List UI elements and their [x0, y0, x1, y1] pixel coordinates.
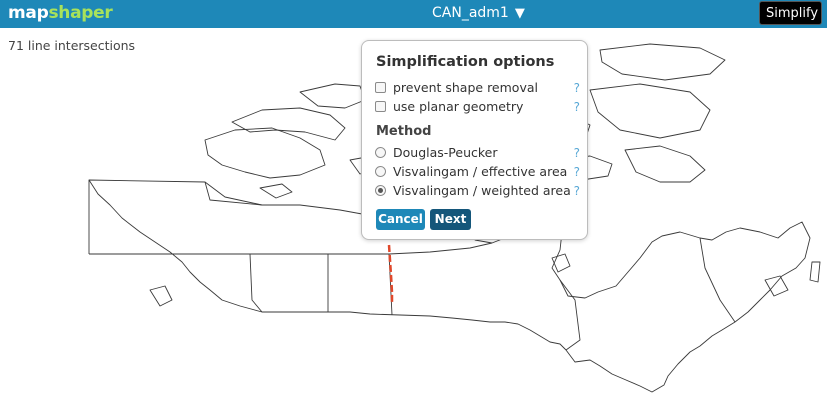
- help-icon[interactable]: ?: [574, 182, 580, 200]
- arctic-island: [764, 275, 789, 297]
- help-icon[interactable]: ?: [574, 79, 580, 97]
- arctic-island: [809, 261, 821, 283]
- arctic-island: [204, 127, 326, 179]
- province-boundary-mb-on: [388, 242, 493, 255]
- arctic-island: [231, 107, 346, 141]
- help-icon[interactable]: ?: [574, 144, 580, 162]
- dialog-title: Simplification options: [376, 54, 555, 70]
- arctic-island: [624, 145, 706, 183]
- arctic-island: [259, 183, 293, 199]
- arctic-island: [589, 83, 711, 139]
- arctic-island: [149, 285, 173, 307]
- method-heading: Method: [376, 124, 432, 139]
- method-visvalingam-weighted[interactable]: Visvalingam / weighted area ?: [375, 182, 580, 200]
- visvalingam-weighted-radio[interactable]: [375, 185, 386, 196]
- method-douglas-peucker[interactable]: Douglas-Peucker ?: [375, 144, 580, 162]
- help-icon[interactable]: ?: [574, 98, 580, 116]
- option-planar-geometry[interactable]: use planar geometry ?: [375, 98, 580, 116]
- intersections-status: 71 line intersections: [8, 38, 136, 53]
- arctic-island: [599, 43, 726, 81]
- prevent-shape-removal-checkbox[interactable]: [375, 82, 386, 93]
- cancel-button[interactable]: Cancel: [376, 209, 425, 230]
- method-label: Visvalingam / effective area: [393, 164, 568, 179]
- method-label: Visvalingam / weighted area: [393, 183, 571, 198]
- province-boundary-ab-sk: [250, 253, 329, 312]
- next-button[interactable]: Next: [430, 209, 471, 230]
- method-label: Douglas-Peucker: [393, 145, 498, 160]
- province-boundary-on-qc: [559, 279, 581, 351]
- province-boundary-qc-nl: [699, 237, 736, 323]
- help-icon[interactable]: ?: [574, 163, 580, 181]
- planar-geometry-checkbox[interactable]: [375, 101, 386, 112]
- douglas-peucker-radio[interactable]: [375, 147, 386, 158]
- option-prevent-shape-removal[interactable]: prevent shape removal ?: [375, 79, 580, 97]
- option-label: prevent shape removal: [393, 80, 538, 95]
- province-boundary-bc-ab: [89, 253, 263, 313]
- simplification-dialog: Simplification options prevent shape rem…: [361, 40, 588, 240]
- arctic-island: [299, 83, 366, 109]
- province-boundary-nwt-nunavut: [204, 181, 263, 206]
- visvalingam-effective-radio[interactable]: [375, 166, 386, 177]
- option-label: use planar geometry: [393, 99, 524, 114]
- province-boundary-sk-mb: [328, 253, 393, 316]
- method-visvalingam-effective[interactable]: Visvalingam / effective area ?: [375, 163, 580, 181]
